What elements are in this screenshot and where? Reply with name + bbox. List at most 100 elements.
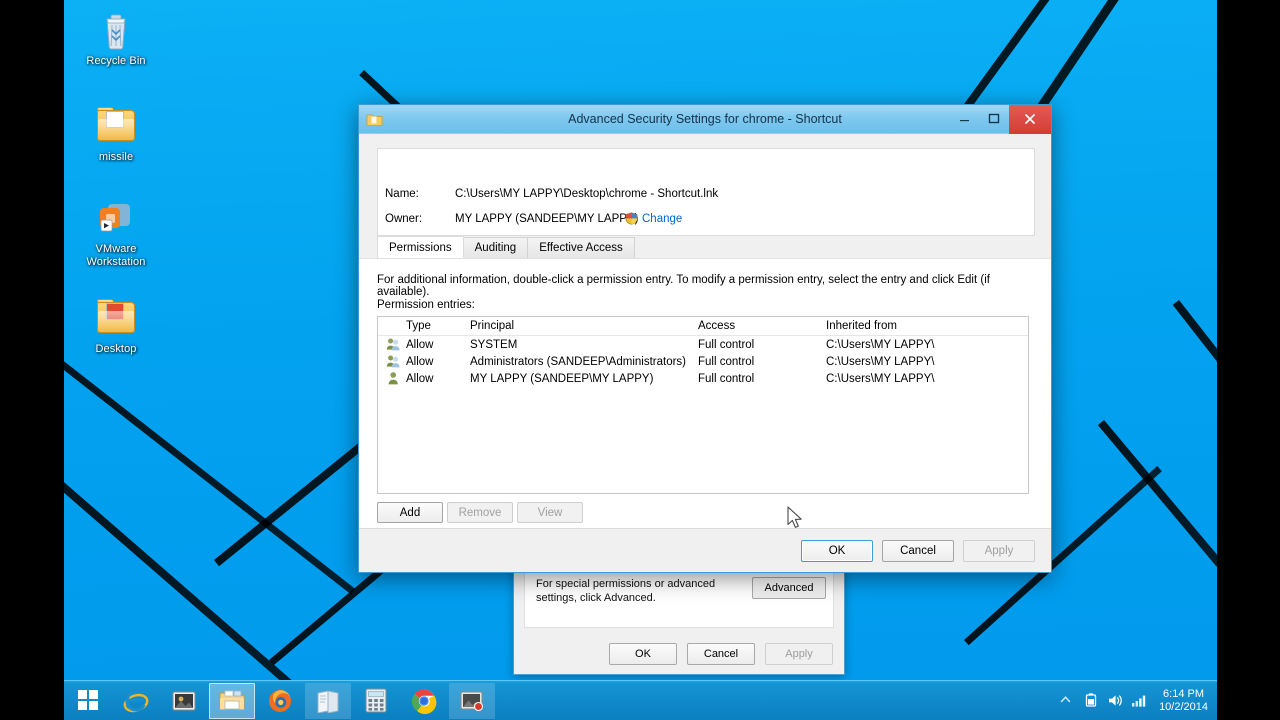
name-label: Name:: [385, 188, 419, 200]
taskbar-item-firefox[interactable]: [257, 683, 303, 719]
show-hidden-icons-chevron-up-icon[interactable]: [1059, 693, 1075, 709]
dialog-titlebar[interactable]: Advanced Security Settings for chrome - …: [359, 104, 1051, 134]
dialog-body: Name: C:\Users\MY LAPPY\Desktop\chrome -…: [359, 134, 1051, 572]
view-button: View: [517, 502, 583, 523]
desktop-icon-label: missile: [98, 151, 134, 163]
maximize-button[interactable]: [979, 105, 1009, 134]
system-tray: 6:14 PM 10/2/2014: [1059, 681, 1217, 720]
permission-entries-label: Permission entries:: [377, 299, 475, 311]
tab-label: Auditing: [474, 242, 517, 254]
firefox-icon: [269, 689, 291, 712]
desktop-icon-label: Recycle Bin: [86, 55, 146, 67]
bg-ok-button[interactable]: OK: [609, 643, 677, 665]
photo-viewer-icon: [172, 691, 196, 710]
desktop-icon-vmware-workstation[interactable]: VMware Workstation: [74, 196, 158, 268]
taskbar-item-photo-viewer[interactable]: [161, 683, 207, 719]
photo-app-icon: [460, 691, 484, 711]
dialog-title: Advanced Security Settings for chrome - …: [568, 112, 842, 126]
internet-explorer-icon: [123, 689, 149, 712]
cell-type: Allow: [406, 372, 434, 385]
cell-principal: Administrators (SANDEEP\Administrators): [470, 355, 686, 368]
cell-inherited-from: C:\Users\MY LAPPY\: [826, 355, 935, 368]
bg-apply-button: Apply: [765, 643, 833, 665]
close-button[interactable]: [1009, 104, 1051, 134]
owner-label: Owner:: [385, 213, 423, 225]
desktop-icon-label: Desktop: [95, 343, 137, 355]
permissions-dialog-background[interactable]: For special permissions or advanced sett…: [513, 567, 845, 675]
desktop-icon-missile[interactable]: missile: [74, 104, 158, 164]
network-signal-icon[interactable]: [1131, 693, 1147, 709]
volume-icon[interactable]: [1107, 693, 1123, 709]
column-header-access[interactable]: Access: [698, 320, 826, 332]
advanced-button[interactable]: Advanced: [752, 577, 826, 599]
shield-icon: [625, 212, 638, 225]
folder-icon: [366, 112, 383, 127]
cell-principal: MY LAPPY (SANDEEP\MY LAPPY): [470, 372, 654, 385]
cell-inherited-from: C:\Users\MY LAPPY\: [826, 338, 935, 351]
battery-icon[interactable]: [1083, 692, 1099, 709]
list-action-buttons: Add Remove View: [377, 502, 583, 523]
add-button[interactable]: Add: [377, 502, 443, 523]
letterbox-left: [0, 0, 64, 720]
window-buttons: [949, 104, 1051, 134]
mouse-cursor: [787, 506, 805, 536]
desktop-icon-recycle-bin[interactable]: Recycle Bin: [74, 8, 158, 68]
bg-cancel-button[interactable]: Cancel: [687, 643, 755, 665]
taskbar[interactable]: 6:14 PM 10/2/2014: [64, 680, 1217, 720]
apply-button: Apply: [963, 540, 1035, 562]
name-value: C:\Users\MY LAPPY\Desktop\chrome - Short…: [455, 188, 719, 200]
cell-principal: SYSTEM: [470, 338, 518, 351]
desktop-icon-desktop[interactable]: Desktop: [74, 296, 158, 356]
clock-time: 6:14 PM: [1163, 687, 1205, 700]
tab-permissions[interactable]: Permissions: [377, 236, 464, 258]
column-header-inherited-from[interactable]: Inherited from: [826, 320, 1016, 332]
tab-bar: Permissions Auditing Effective Access: [377, 236, 635, 258]
desktop-icon-label: VMware Workstation: [86, 243, 146, 268]
folder-icon: [92, 296, 140, 340]
cell-type: Allow: [406, 355, 434, 368]
journal-icon: [317, 689, 339, 713]
taskbar-item-journal[interactable]: [305, 682, 351, 719]
taskbar-item-google-chrome[interactable]: [401, 683, 447, 719]
vmware-icon: [92, 196, 140, 240]
tab-auditing[interactable]: Auditing: [462, 237, 529, 258]
list-header: Type Principal Access Inherited from: [378, 317, 1028, 336]
tab-effective-access[interactable]: Effective Access: [527, 237, 635, 258]
desktop[interactable]: Recycle Bin missile VMware Workstation D…: [64, 0, 1217, 720]
cell-access: Full control: [698, 355, 755, 368]
taskbar-item-photo-app[interactable]: [449, 682, 495, 719]
table-row[interactable]: Allow SYSTEM Full control C:\Users\MY LA…: [378, 336, 1028, 353]
advanced-security-settings-dialog[interactable]: Advanced Security Settings for chrome - …: [358, 104, 1052, 573]
taskbar-item-calculator[interactable]: [353, 683, 399, 719]
info-text: For additional information, double-click…: [377, 274, 990, 298]
cell-type: Allow: [406, 338, 434, 351]
change-owner-link[interactable]: Change: [642, 213, 682, 225]
column-header-principal[interactable]: Principal: [470, 320, 698, 332]
group-icon: [386, 354, 406, 369]
taskbar-item-internet-explorer[interactable]: [113, 683, 159, 719]
bg-dialog-button-row: OK Cancel Apply: [609, 643, 833, 665]
owner-value: MY LAPPY (SANDEEP\MY LAPPY): [455, 213, 639, 225]
wallpaper-line: [1172, 300, 1217, 542]
bg-dialog-hint: For special permissions or advanced sett…: [536, 578, 716, 604]
cancel-button[interactable]: Cancel: [882, 540, 954, 562]
folder-icon: [92, 104, 140, 148]
wallpaper-line: [64, 330, 355, 595]
taskbar-item-file-explorer[interactable]: [209, 682, 255, 719]
cell-inherited-from: C:\Users\MY LAPPY\: [826, 372, 935, 385]
google-chrome-icon: [411, 688, 437, 714]
wallpaper-line: [64, 430, 397, 720]
column-header-type[interactable]: Type: [406, 320, 470, 332]
minimize-button[interactable]: [949, 105, 979, 134]
ok-button[interactable]: OK: [801, 540, 873, 562]
table-row[interactable]: Allow MY LAPPY (SANDEEP\MY LAPPY) Full c…: [378, 370, 1028, 387]
start-button[interactable]: [64, 681, 112, 720]
table-row[interactable]: Allow Administrators (SANDEEP\Administra…: [378, 353, 1028, 370]
cell-access: Full control: [698, 372, 755, 385]
recycle-bin-icon: [92, 8, 140, 52]
clock[interactable]: 6:14 PM 10/2/2014: [1155, 688, 1208, 714]
user-icon: [386, 371, 406, 386]
dialog-footer: OK Cancel Apply: [359, 528, 1051, 572]
permission-entries-list[interactable]: Type Principal Access Inherited from All…: [377, 316, 1029, 494]
wallpaper-line: [1097, 420, 1217, 625]
